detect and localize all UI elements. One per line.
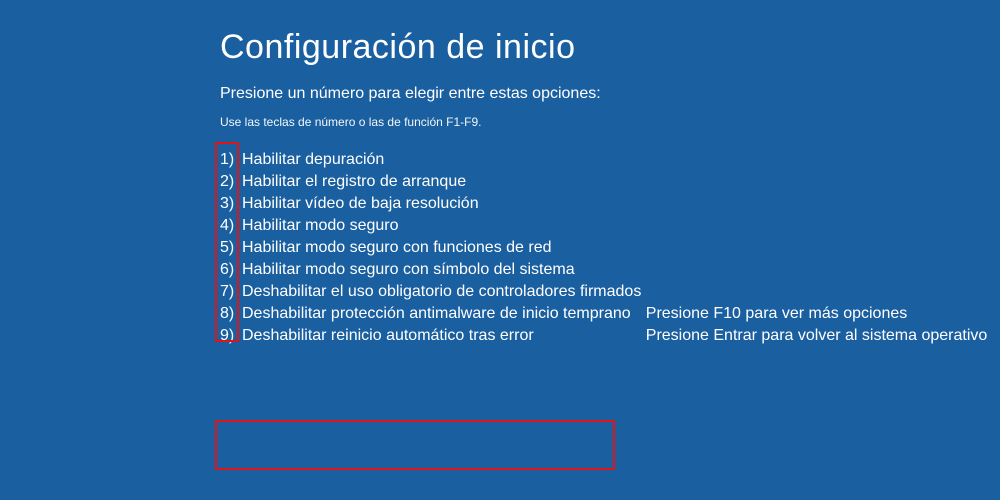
option-label: Habilitar el registro de arranque: [242, 171, 466, 193]
option-label: Deshabilitar reinicio automático tras er…: [242, 325, 534, 347]
option-label: Habilitar modo seguro: [242, 215, 399, 237]
boot-option[interactable]: 9) Deshabilitar reinicio automático tras…: [220, 325, 641, 347]
boot-option[interactable]: 6) Habilitar modo seguro con símbolo del…: [220, 259, 641, 281]
boot-option[interactable]: 7) Deshabilitar el uso obligatorio de co…: [220, 281, 641, 303]
option-number: 5): [220, 237, 242, 259]
startup-settings-screen: Configuración de inicio Presione un núme…: [0, 0, 1000, 347]
option-number: 8): [220, 303, 242, 325]
option-number: 1): [220, 149, 242, 171]
boot-option[interactable]: 2) Habilitar el registro de arranque: [220, 171, 641, 193]
boot-options-list: 1) Habilitar depuración 2) Habilitar el …: [220, 149, 641, 347]
key-hint-text: Use las teclas de número o las de funció…: [220, 115, 1000, 129]
annotation-highlight-box: [215, 420, 615, 470]
option-number: 4): [220, 215, 242, 237]
option-label: Habilitar modo seguro con símbolo del si…: [242, 259, 575, 281]
more-options-hint: Presione F10 para ver más opciones: [646, 303, 988, 325]
page-title: Configuración de inicio: [220, 28, 1000, 67]
boot-option[interactable]: 8) Deshabilitar protección antimalware d…: [220, 303, 641, 325]
option-number: 9): [220, 325, 242, 347]
option-number: 7): [220, 281, 242, 303]
instruction-text: Presione un número para elegir entre est…: [220, 85, 1000, 103]
option-label: Habilitar modo seguro con funciones de r…: [242, 237, 552, 259]
boot-option[interactable]: 3) Habilitar vídeo de baja resolución: [220, 193, 641, 215]
option-label: Habilitar vídeo de baja resolución: [242, 193, 479, 215]
option-number: 2): [220, 171, 242, 193]
boot-option[interactable]: 1) Habilitar depuración: [220, 149, 641, 171]
option-number: 6): [220, 259, 242, 281]
boot-option[interactable]: 4) Habilitar modo seguro: [220, 215, 641, 237]
option-label: Deshabilitar protección antimalware de i…: [242, 303, 631, 325]
boot-option[interactable]: 5) Habilitar modo seguro con funciones d…: [220, 237, 641, 259]
option-number: 3): [220, 193, 242, 215]
footer-instructions: Presione F10 para ver más opciones Presi…: [646, 303, 988, 347]
option-label: Habilitar depuración: [242, 149, 384, 171]
return-os-hint: Presione Entrar para volver al sistema o…: [646, 325, 988, 347]
option-label: Deshabilitar el uso obligatorio de contr…: [242, 281, 641, 303]
